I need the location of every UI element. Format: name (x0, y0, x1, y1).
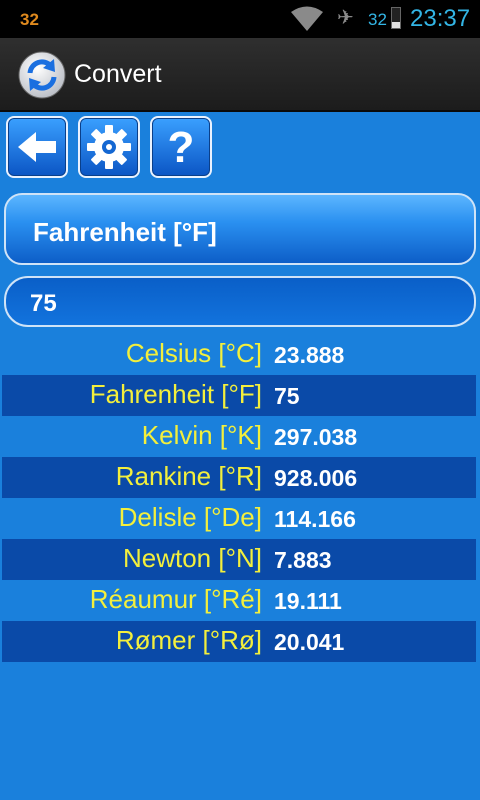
unit-value: 7.883 (274, 547, 332, 573)
app-title: Convert (74, 60, 162, 88)
status-time: 23:37 (410, 5, 471, 32)
unit-label: Celsius [°C] (125, 338, 262, 368)
battery-percent: 32 (368, 10, 387, 29)
result-row-celsius: Celsius [°C] 23.888 (2, 334, 476, 375)
gear-icon (87, 125, 131, 169)
notification-count: 32 (20, 10, 39, 29)
unit-label: Fahrenheit [°F] (89, 379, 262, 409)
back-button[interactable] (6, 116, 68, 178)
result-row-romer: Rømer [°Rø] 20.041 (2, 621, 476, 662)
unit-value: 297.038 (274, 424, 358, 450)
unit-label: Réaumur [°Ré] (89, 584, 262, 614)
action-bar: Convert (0, 38, 480, 112)
unit-value: 20.041 (274, 629, 345, 655)
result-row-kelvin: Kelvin [°K] 297.038 (2, 416, 476, 457)
results-list: Celsius [°C] 23.888 Fahrenheit [°F] 75 K… (2, 334, 476, 662)
battery-icon (391, 7, 401, 29)
arrow-left-icon (18, 132, 56, 162)
unit-label: Rankine [°R] (115, 461, 262, 491)
help-button[interactable]: ? (150, 116, 212, 178)
result-row-newton: Newton [°N] 7.883 (2, 539, 476, 580)
wifi-icon (290, 6, 324, 37)
selected-unit: Fahrenheit [°F] (33, 217, 217, 247)
question-icon: ? (167, 123, 195, 172)
unit-value: 114.166 (274, 506, 356, 532)
value-input-text[interactable]: 75 (30, 290, 57, 318)
unit-label: Kelvin [°K] (141, 420, 262, 450)
value-input[interactable]: 75 (4, 276, 476, 327)
unit-value: 75 (274, 383, 300, 409)
unit-value: 23.888 (274, 342, 345, 368)
unit-value: 928.006 (274, 465, 358, 491)
unit-label: Delisle [°De] (118, 502, 262, 532)
result-row-reaumur: Réaumur [°Ré] 19.111 (2, 580, 476, 621)
unit-label: Newton [°N] (122, 543, 262, 573)
result-row-delisle: Delisle [°De] 114.166 (2, 498, 476, 539)
settings-button[interactable] (78, 116, 140, 178)
airplane-icon: ✈ (337, 7, 354, 29)
unit-label: Rømer [°Rø] (115, 625, 262, 655)
result-row-fahrenheit: Fahrenheit [°F] 75 (2, 375, 476, 416)
convert-refresh-icon[interactable] (18, 51, 66, 99)
unit-selector[interactable]: Fahrenheit [°F] (4, 193, 476, 265)
status-bar: 32 ✈ 32 23:37 (0, 0, 480, 38)
result-row-rankine: Rankine [°R] 928.006 (2, 457, 476, 498)
unit-value: 19.111 (274, 588, 342, 614)
